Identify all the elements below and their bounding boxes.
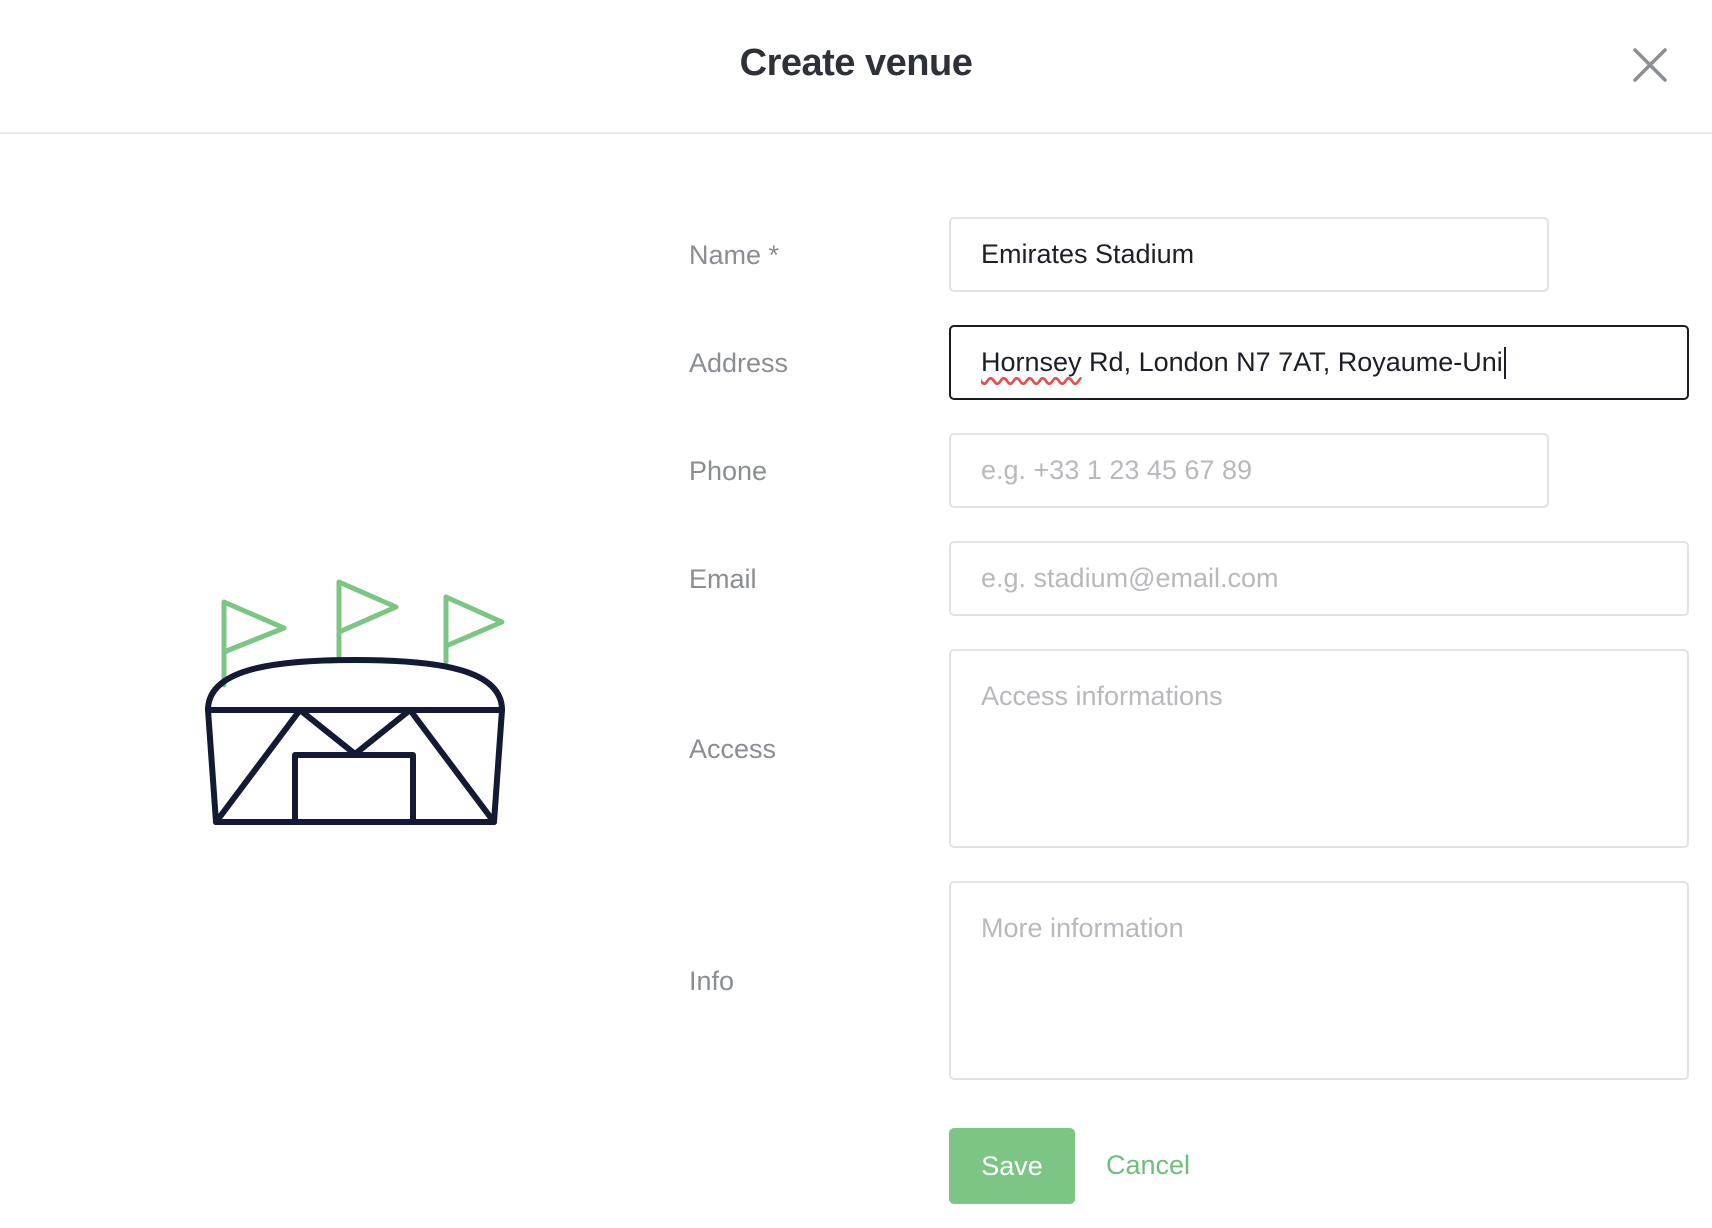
address-input[interactable]: Hornsey Rd, London N7 7AT, Royaume-Uni [949, 325, 1689, 400]
email-label: Email [689, 564, 757, 594]
page-title: Create venue [739, 42, 973, 84]
address-label: Address [689, 348, 789, 378]
access-textarea[interactable] [949, 649, 1689, 848]
close-icon [1633, 48, 1667, 82]
stadium-illustration-icon [205, 579, 505, 825]
name-input[interactable] [949, 217, 1549, 292]
info-label: Info [689, 966, 735, 996]
phone-label: Phone [689, 456, 768, 486]
name-label: Name * [689, 240, 780, 270]
email-input[interactable] [949, 541, 1689, 616]
access-label: Access [689, 734, 777, 764]
text-cursor [1503, 346, 1506, 379]
address-value: Hornsey Rd, London N7 7AT, Royaume-Uni [981, 347, 1503, 377]
cancel-button[interactable]: Cancel [1106, 1150, 1190, 1181]
save-button[interactable]: Save [949, 1128, 1075, 1204]
modal-header: Create venue [0, 0, 1712, 134]
phone-input[interactable] [949, 433, 1549, 508]
close-button[interactable] [1627, 42, 1673, 88]
misspelled-word: Hornsey [981, 347, 1082, 377]
info-textarea[interactable] [949, 881, 1689, 1080]
